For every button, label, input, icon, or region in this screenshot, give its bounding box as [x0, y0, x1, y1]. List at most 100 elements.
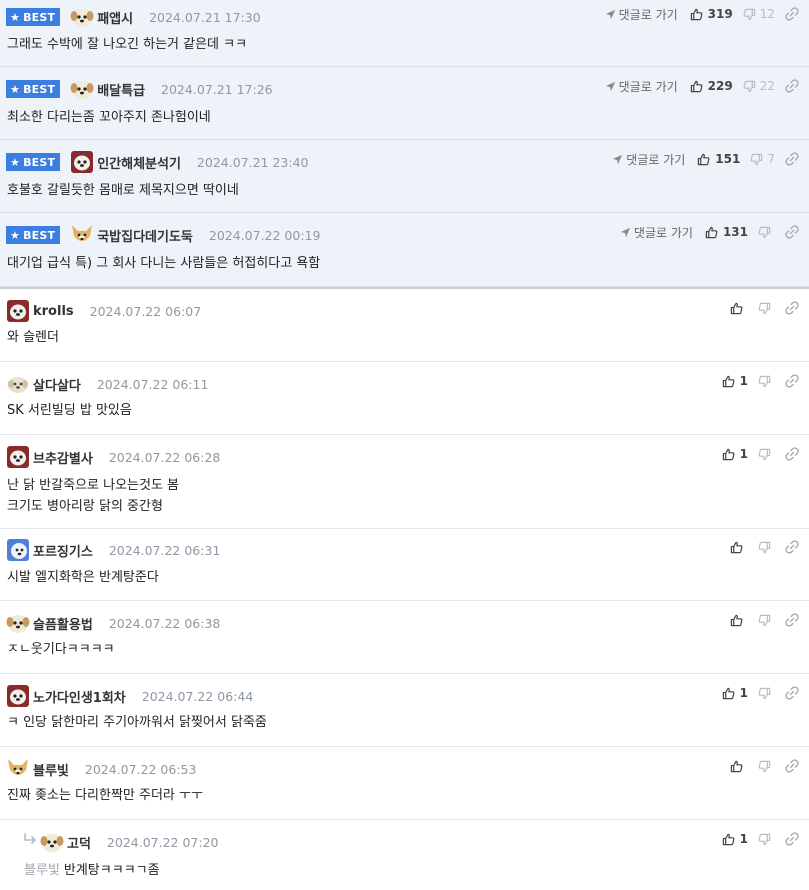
upvote-button[interactable]: 1	[722, 374, 748, 388]
comment: 살다살다 2024.07.22 06:11 SK 서린빌딩 밥 맛있음 1	[0, 362, 809, 435]
goto-comment-link[interactable]: 댓글로 가기	[620, 224, 693, 241]
link-icon[interactable]	[785, 7, 799, 21]
link-icon[interactable]	[785, 686, 799, 700]
upvote-button[interactable]: 151	[697, 152, 740, 166]
reply-arrow-icon	[22, 833, 38, 851]
upvote-button[interactable]	[730, 302, 748, 315]
comment: 블루빛 2024.07.22 06:53 진짜 좆소는 다리한짝만 주더라 ㅜㅜ	[0, 747, 809, 820]
thumbs-up-icon	[698, 153, 710, 165]
thumbs-up-icon	[730, 614, 743, 626]
downvote-button[interactable]	[758, 448, 775, 461]
nickname[interactable]: 포르징기스	[33, 541, 93, 560]
link-icon[interactable]	[785, 759, 799, 773]
timestamp: 2024.07.22 06:07	[89, 303, 202, 319]
link-icon[interactable]	[785, 832, 799, 846]
dog-avatar[interactable]	[6, 611, 30, 635]
upvote-button[interactable]: 319	[690, 7, 733, 21]
nickname[interactable]: 브추감별사	[33, 448, 93, 467]
downvote-button[interactable]	[758, 760, 775, 773]
thumbs-down-icon	[743, 80, 755, 92]
comment-text: SK 서린빌딩 밥 맛있음	[7, 403, 132, 418]
thumbs-down-icon	[758, 687, 771, 699]
nickname[interactable]: 살다살다	[33, 375, 81, 394]
goto-comment-link[interactable]: 댓글로 가기	[605, 6, 678, 23]
upvote-button[interactable]: 1	[722, 832, 748, 846]
downvote-button[interactable]	[758, 614, 775, 627]
link-icon[interactable]	[785, 225, 799, 239]
nickname[interactable]: 배달특급	[97, 80, 145, 99]
link-icon[interactable]	[785, 374, 799, 388]
best-comment: ★ BEST 배달특급 2024.07.21 17:26 최소한 다리는좀 꼬아주…	[0, 67, 809, 140]
comment-text: 그래도 수박에 잘 나오긴 하는거 같은데 ㅋㅋ	[7, 37, 248, 52]
pale-dog-avatar[interactable]	[6, 372, 30, 396]
link-icon[interactable]	[785, 540, 799, 554]
red-dog-avatar[interactable]	[70, 150, 94, 174]
nickname[interactable]: 국밥집다데기도둑	[97, 226, 193, 245]
send-arrow-icon	[620, 227, 631, 237]
fox-avatar[interactable]	[6, 757, 30, 781]
link-icon[interactable]	[785, 301, 799, 315]
timestamp: 2024.07.21 23:40	[196, 154, 309, 170]
downvote-button[interactable]	[758, 302, 775, 315]
comment-text: ㅈㄴ웃기다ㅋㅋㅋㅋ	[7, 642, 115, 657]
reply-text: 반계탕ㅋㅋㅋㄱ좀	[63, 863, 160, 878]
thumbs-down-icon	[758, 226, 771, 238]
thumbs-up-icon	[730, 541, 743, 553]
downvote-button[interactable]	[758, 226, 775, 239]
upvote-button[interactable]: 131	[705, 225, 748, 239]
upvote-button[interactable]: 1	[722, 686, 748, 700]
nickname[interactable]: krolls	[33, 304, 74, 319]
dog-avatar[interactable]	[70, 77, 94, 101]
link-icon[interactable]	[785, 152, 799, 166]
comment-text: 호불호 갈릴듯한 몸매로 제목지으면 딱이네	[7, 183, 239, 198]
comment-text: ㅋ 인당 닭한마리 주기아까워서 닭찢어서 닭죽줌	[7, 715, 267, 730]
comment-text: 난 닭 반갈죽으로 나오는것도 봄 크기도 병아리랑 닭의 중간형	[7, 475, 179, 517]
timestamp: 2024.07.22 06:38	[108, 615, 221, 631]
dog-avatar[interactable]	[70, 5, 94, 29]
reply-mention[interactable]: 블루빛	[24, 863, 60, 878]
goto-comment-link[interactable]: 댓글로 가기	[605, 78, 678, 95]
downvote-button[interactable]	[758, 375, 775, 388]
goto-comment-link[interactable]: 댓글로 가기	[612, 151, 685, 168]
nickname[interactable]: 고덕	[67, 833, 91, 852]
star-icon: ★	[10, 82, 21, 96]
link-icon[interactable]	[785, 447, 799, 461]
timestamp: 2024.07.22 00:19	[208, 227, 321, 243]
downvote-button[interactable]: 12	[743, 7, 775, 21]
downvote-button[interactable]	[758, 833, 775, 846]
upvote-button[interactable]: 229	[690, 79, 733, 93]
star-icon: ★	[10, 228, 21, 242]
thumbs-down-icon	[758, 302, 771, 314]
nickname[interactable]: 슬픔활용법	[33, 614, 93, 633]
nickname[interactable]: 노가다인생1회차	[33, 687, 126, 706]
best-comment: ★ BEST 국밥집다데기도둑 2024.07.22 00:19 대기업 급식 특…	[0, 213, 809, 287]
downvote-button[interactable]: 22	[743, 79, 775, 93]
nickname[interactable]: 블루빛	[33, 760, 69, 779]
upvote-button[interactable]: 1	[722, 447, 748, 461]
downvote-button[interactable]	[758, 687, 775, 700]
red-dog-avatar[interactable]	[6, 445, 30, 469]
dog-avatar[interactable]	[40, 830, 64, 854]
comment: 슬픔활용법 2024.07.22 06:38 ㅈㄴ웃기다ㅋㅋㅋㅋ	[0, 601, 809, 674]
red-dog-avatar[interactable]	[6, 299, 30, 323]
send-arrow-icon	[605, 81, 615, 91]
thumbs-down-icon	[758, 760, 771, 772]
upvote-button[interactable]	[730, 541, 748, 554]
nickname[interactable]: 인간해체분석기	[97, 153, 181, 172]
blue-dog-avatar[interactable]	[6, 538, 30, 562]
thumbs-up-icon	[690, 80, 703, 92]
upvote-button[interactable]	[730, 614, 748, 627]
upvote-button[interactable]	[730, 760, 748, 773]
nickname[interactable]: 패앱시	[97, 8, 133, 27]
downvote-button[interactable]: 7	[750, 152, 775, 166]
timestamp: 2024.07.21 17:26	[161, 81, 273, 97]
link-icon[interactable]	[785, 79, 799, 93]
downvote-button[interactable]	[758, 541, 775, 554]
thumbs-up-icon	[690, 8, 703, 20]
timestamp: 2024.07.22 06:31	[108, 542, 221, 558]
fox-avatar[interactable]	[70, 223, 94, 247]
thumbs-down-icon	[750, 153, 763, 165]
link-icon[interactable]	[785, 613, 799, 627]
red-dog-avatar[interactable]	[6, 684, 30, 708]
timestamp: 2024.07.22 06:44	[141, 688, 254, 704]
